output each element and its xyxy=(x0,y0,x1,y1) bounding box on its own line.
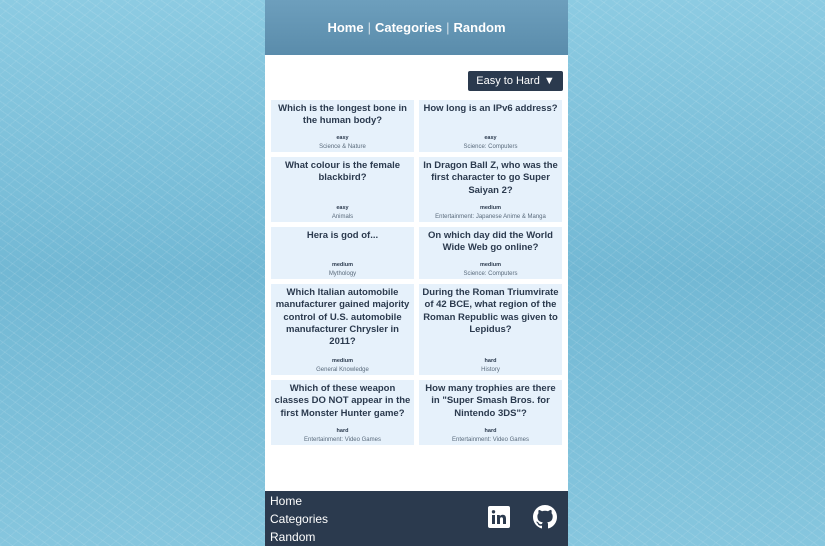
nav-home-link[interactable]: Home xyxy=(327,20,363,35)
question-text: In Dragon Ball Z, who was the first char… xyxy=(423,160,558,196)
footer: Home Categories Random xyxy=(265,491,568,546)
linkedin-icon[interactable] xyxy=(488,506,510,528)
question-card[interactable]: Which Italian automobile manufacturer ga… xyxy=(271,284,414,375)
question-card[interactable]: How many trophies are there in "Super Sm… xyxy=(419,380,562,445)
category-label: General Knowledge xyxy=(316,367,369,373)
top-nav: Home | Categories | Random xyxy=(265,0,568,55)
category-label: Science & Nature xyxy=(319,144,366,150)
question-text: How long is an IPv6 address? xyxy=(423,103,558,114)
question-card[interactable]: On which day did the World Wide Web go o… xyxy=(419,227,562,279)
question-text: On which day did the World Wide Web go o… xyxy=(428,230,553,254)
nav-separator: | xyxy=(367,20,371,35)
question-card[interactable]: What colour is the female blackbird? eas… xyxy=(271,157,414,222)
category-label: Mythology xyxy=(328,271,357,277)
difficulty-label: medium xyxy=(479,262,502,268)
question-card[interactable]: Which of these weapon classes DO NOT app… xyxy=(271,380,414,445)
nav-separator: | xyxy=(446,20,450,35)
difficulty-label: hard xyxy=(484,358,497,364)
question-text: During the Roman Triumvirate of 42 BCE, … xyxy=(422,287,559,336)
question-card[interactable]: How long is an IPv6 address? easy Science… xyxy=(419,100,562,152)
difficulty-label: medium xyxy=(331,262,354,268)
chevron-down-icon: ▼ xyxy=(543,75,555,87)
difficulty-label: hard xyxy=(484,428,497,434)
sort-row: Easy to Hard ▼ xyxy=(265,55,568,91)
sort-dropdown-button[interactable]: Easy to Hard ▼ xyxy=(468,71,563,91)
difficulty-label: easy xyxy=(484,135,497,141)
category-label: Science: Computers xyxy=(463,271,518,277)
category-label: Animals xyxy=(331,214,354,220)
footer-random-link[interactable]: Random xyxy=(270,528,328,546)
nav-categories-link[interactable]: Categories xyxy=(375,20,442,35)
question-card[interactable]: Which is the longest bone in the human b… xyxy=(271,100,414,152)
question-text: Hera is god of... xyxy=(306,230,379,241)
difficulty-label: easy xyxy=(336,205,349,211)
app-container: Home | Categories | Random Easy to Hard … xyxy=(265,0,568,546)
footer-links: Home Categories Random xyxy=(270,492,328,546)
category-label: Science: Computers xyxy=(463,144,518,150)
category-label: History xyxy=(481,367,500,373)
difficulty-label: medium xyxy=(479,205,502,211)
question-text: Which Italian automobile manufacturer ga… xyxy=(275,287,410,348)
github-icon[interactable] xyxy=(533,505,557,529)
difficulty-label: hard xyxy=(336,428,349,434)
category-label: Entertainment: Video Games xyxy=(304,437,381,443)
social-icons xyxy=(488,505,557,529)
question-card[interactable]: Hera is god of... medium Mythology xyxy=(271,227,414,279)
difficulty-label: easy xyxy=(336,135,349,141)
question-text: What colour is the female blackbird? xyxy=(284,160,401,184)
question-text: Which of these weapon classes DO NOT app… xyxy=(274,383,411,419)
footer-home-link[interactable]: Home xyxy=(270,492,328,510)
category-label: Entertainment: Video Games xyxy=(452,437,529,443)
question-text: How many trophies are there in "Super Sm… xyxy=(425,383,556,419)
category-label: Entertainment: Japanese Anime & Manga xyxy=(435,214,546,220)
footer-categories-link[interactable]: Categories xyxy=(270,510,328,528)
question-text: Which is the longest bone in the human b… xyxy=(278,103,407,127)
nav-random-link[interactable]: Random xyxy=(454,20,506,35)
question-card[interactable]: In Dragon Ball Z, who was the first char… xyxy=(419,157,562,222)
difficulty-label: medium xyxy=(331,358,354,364)
sort-label: Easy to Hard xyxy=(476,75,540,87)
question-grid: Which is the longest bone in the human b… xyxy=(265,100,568,445)
question-card[interactable]: During the Roman Triumvirate of 42 BCE, … xyxy=(419,284,562,375)
